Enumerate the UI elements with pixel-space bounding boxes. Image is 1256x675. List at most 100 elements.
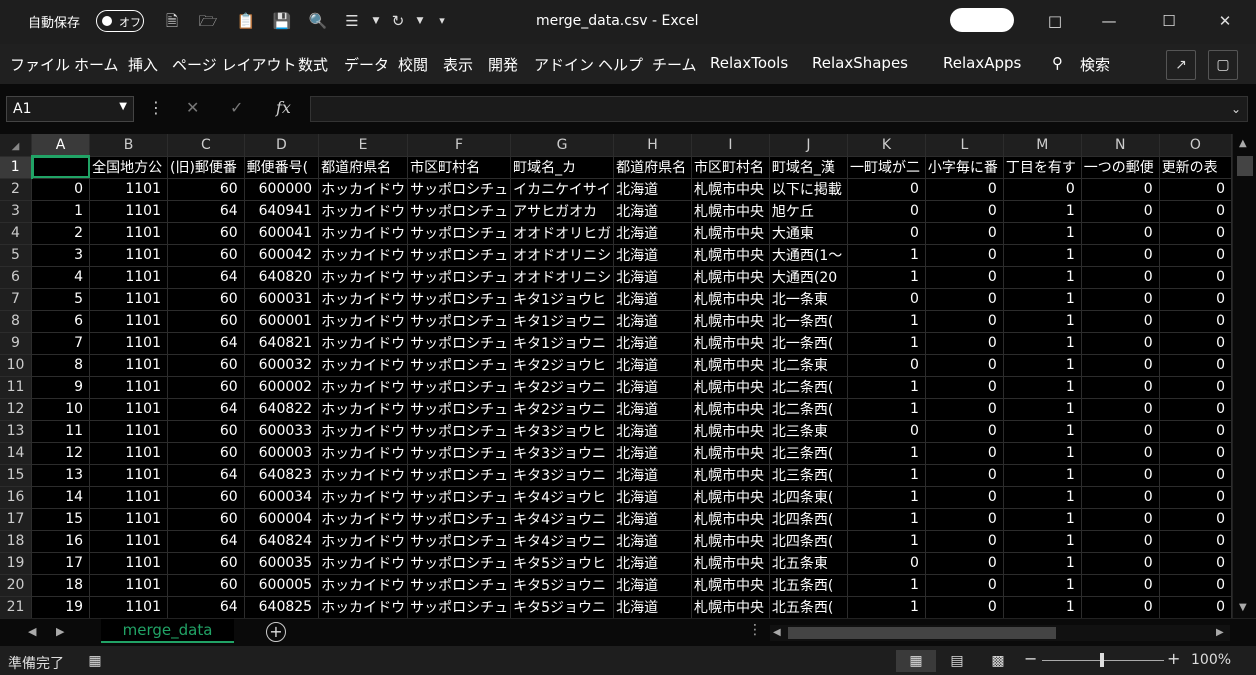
menu-team[interactable]: チーム — [652, 54, 697, 75]
cell[interactable]: オオドオリニシ — [510, 244, 615, 267]
cell[interactable]: 640825 — [244, 596, 320, 618]
cell[interactable]: 640941 — [244, 200, 320, 223]
sheet-tab-merge-data[interactable]: merge_data — [101, 619, 234, 643]
cell[interactable]: 60 — [167, 244, 245, 267]
cell[interactable]: ホッカイドウ — [318, 464, 409, 487]
cell[interactable]: 1101 — [89, 178, 168, 201]
cell[interactable]: 北海道 — [613, 552, 692, 575]
cell[interactable]: 600000 — [244, 178, 320, 201]
cell[interactable]: サッポロシチュ — [407, 288, 512, 311]
column-header[interactable]: D — [244, 134, 320, 157]
cell[interactable]: 札幌市中央 — [691, 464, 770, 487]
row-header[interactable]: 7 — [0, 288, 33, 311]
cell[interactable]: 0 — [31, 178, 91, 201]
cell[interactable]: 0 — [1159, 530, 1232, 553]
formula-input[interactable]: ⌄ — [310, 96, 1248, 122]
cell[interactable]: 1 — [1003, 486, 1082, 509]
zoom-out-icon[interactable]: − — [1024, 649, 1037, 668]
column-header[interactable]: E — [318, 134, 409, 157]
cell[interactable]: 19 — [31, 596, 91, 618]
menu-insert[interactable]: 挿入 — [128, 54, 158, 75]
cell[interactable]: ホッカイドウ — [318, 222, 409, 245]
cell[interactable]: 1101 — [89, 464, 168, 487]
cell[interactable]: 600032 — [244, 354, 320, 377]
page-layout-view-icon[interactable]: ▤ — [937, 650, 977, 672]
cell[interactable]: 2 — [31, 222, 91, 245]
cell[interactable]: 640824 — [244, 530, 320, 553]
cell[interactable]: 0 — [1159, 420, 1232, 443]
cell[interactable]: キタ3ジョウニ — [510, 464, 615, 487]
cell[interactable]: キタ2ジョウニ — [510, 398, 615, 421]
cell[interactable]: 札幌市中央 — [691, 596, 770, 618]
more-options-icon[interactable]: ⋮ — [148, 98, 164, 117]
select-all-icon[interactable]: ◢ — [12, 141, 20, 152]
cell[interactable]: 北海道 — [613, 266, 692, 289]
cell[interactable]: 0 — [1081, 200, 1160, 223]
cell[interactable]: 1 — [847, 442, 926, 465]
cell[interactable]: 15 — [31, 508, 91, 531]
cell[interactable]: 札幌市中央 — [691, 486, 770, 509]
cell[interactable]: 1101 — [89, 200, 168, 223]
cell[interactable]: 1101 — [89, 530, 168, 553]
cell[interactable]: 北海道 — [613, 574, 692, 597]
cell[interactable]: 600033 — [244, 420, 320, 443]
cell[interactable]: 0 — [925, 420, 1004, 443]
cell[interactable]: サッポロシチュ — [407, 530, 512, 553]
cell[interactable]: 60 — [167, 552, 245, 575]
close-icon[interactable]: ✕ — [1210, 8, 1240, 34]
cell[interactable]: 10 — [31, 398, 91, 421]
column-header[interactable]: L — [925, 134, 1004, 157]
cell[interactable]: 0 — [1159, 200, 1232, 223]
dropdown-arrow-icon[interactable]: ▼ — [366, 11, 386, 31]
cell[interactable]: 0 — [925, 376, 1004, 399]
scroll-down-icon[interactable]: ▼ — [1239, 602, 1247, 613]
row-header[interactable]: 18 — [0, 530, 33, 553]
cell[interactable]: キタ1ジョウニ — [510, 310, 615, 333]
cell[interactable]: 1 — [1003, 244, 1082, 267]
cell[interactable]: 0 — [925, 354, 1004, 377]
row-header[interactable]: 11 — [0, 376, 33, 399]
cell[interactable]: 0 — [1081, 508, 1160, 531]
cell[interactable]: 1 — [847, 464, 926, 487]
cell[interactable]: ホッカイドウ — [318, 376, 409, 399]
cell[interactable]: 12 — [31, 442, 91, 465]
menu-formulas[interactable]: 数式 — [298, 54, 328, 75]
cell[interactable]: サッポロシチュ — [407, 266, 512, 289]
cell[interactable]: 18 — [31, 574, 91, 597]
cell[interactable]: 1 — [847, 332, 926, 355]
cell[interactable]: 0 — [1081, 596, 1160, 618]
cell[interactable]: 640821 — [244, 332, 320, 355]
cell[interactable]: 1 — [1003, 354, 1082, 377]
cell[interactable]: 0 — [1081, 266, 1160, 289]
name-box[interactable]: A1 ▼ — [6, 96, 134, 122]
cell[interactable]: 0 — [1081, 552, 1160, 575]
cell[interactable]: 北五条西( — [769, 574, 849, 597]
cell[interactable]: サッポロシチュ — [407, 200, 512, 223]
cell[interactable]: 0 — [847, 552, 926, 575]
cell[interactable]: 札幌市中央 — [691, 266, 770, 289]
cell[interactable]: 600035 — [244, 552, 320, 575]
cell[interactable]: 1 — [1003, 222, 1082, 245]
prev-sheet-icon[interactable]: ◀ — [28, 625, 36, 638]
cell[interactable]: 1 — [1003, 596, 1082, 618]
cell[interactable]: 64 — [167, 530, 245, 553]
cell[interactable]: 大通東 — [769, 222, 849, 245]
column-header[interactable]: I — [691, 134, 770, 157]
cell[interactable]: 60 — [167, 574, 245, 597]
cell[interactable]: 0 — [1159, 552, 1232, 575]
cell[interactable]: 町域名_漢 — [769, 156, 849, 179]
column-header[interactable]: A — [31, 134, 91, 157]
share-icon[interactable]: ↗ — [1166, 50, 1196, 80]
cell[interactable]: 7 — [31, 332, 91, 355]
clipboard-icon[interactable]: 📋 — [236, 11, 256, 31]
cell[interactable]: オオドオリヒガ — [510, 222, 615, 245]
cell[interactable]: 北一条西( — [769, 332, 849, 355]
cell[interactable]: 0 — [1081, 486, 1160, 509]
cell[interactable]: 600003 — [244, 442, 320, 465]
cell[interactable]: 北海道 — [613, 354, 692, 377]
cell[interactable]: 北二条西( — [769, 398, 849, 421]
cell[interactable]: 0 — [1081, 332, 1160, 355]
column-header[interactable]: N — [1081, 134, 1160, 157]
customize-toolbar-icon[interactable]: ▾ — [432, 11, 452, 31]
cell[interactable]: 札幌市中央 — [691, 244, 770, 267]
